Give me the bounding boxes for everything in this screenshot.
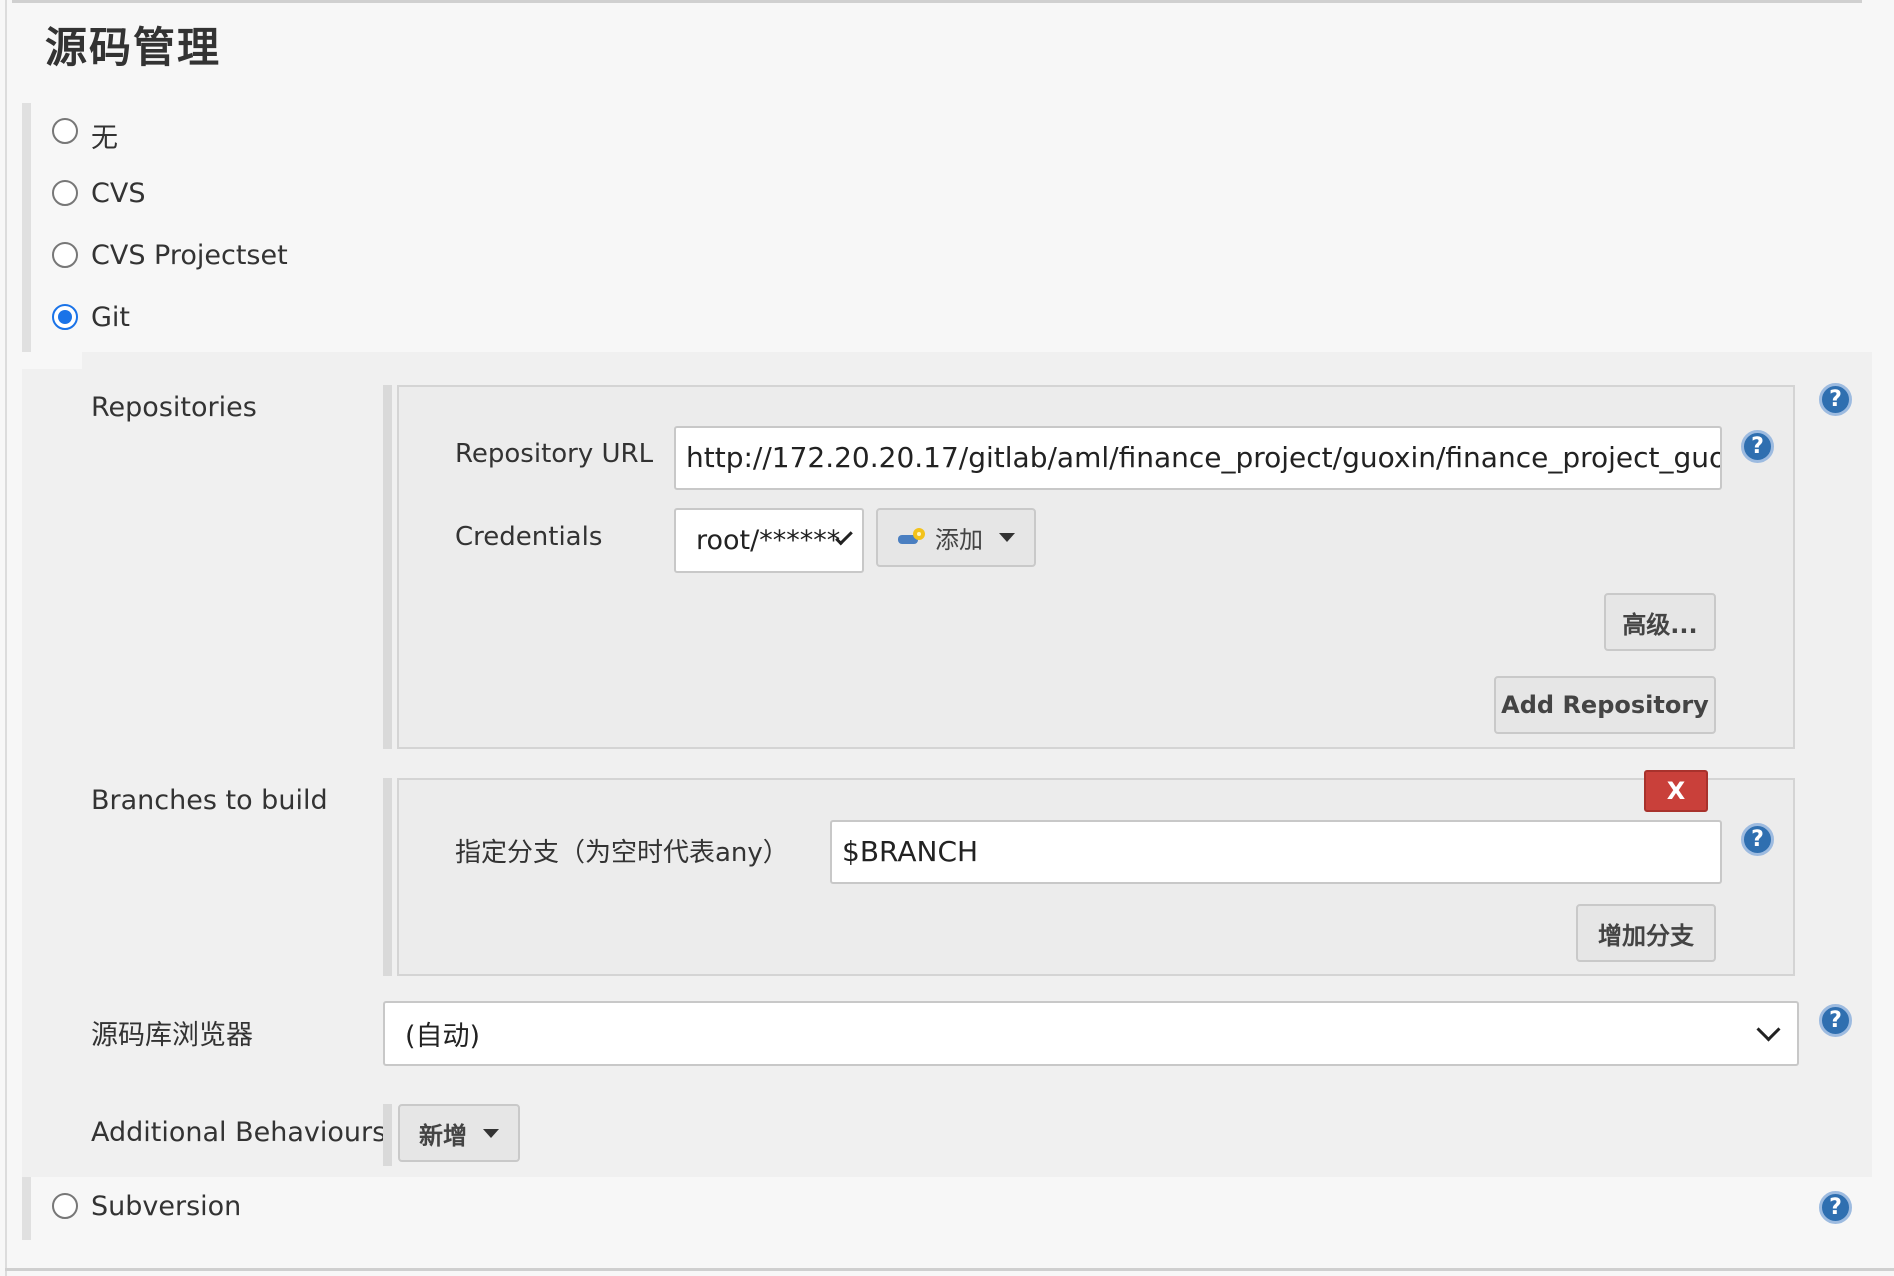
credentials-label: Credentials	[455, 522, 603, 552]
branches-label: Branches to build	[91, 785, 328, 816]
advanced-button[interactable]: 高级...	[1604, 593, 1716, 651]
repositories-bar	[383, 385, 392, 749]
add-branch-button[interactable]: 增加分支	[1576, 904, 1716, 962]
additional-behaviours-label: Additional Behaviours	[91, 1117, 387, 1148]
repository-browser-help-icon[interactable]: ?	[1819, 1004, 1852, 1037]
radio-cvs-projectset[interactable]	[52, 242, 78, 268]
radio-subversion-label[interactable]: Subversion	[91, 1191, 241, 1222]
caret-down-icon	[483, 1128, 499, 1138]
branch-specifier-help-icon[interactable]: ?	[1741, 823, 1774, 856]
credentials-select-value: root/******	[696, 525, 841, 556]
repositories-help-icon[interactable]: ?	[1819, 383, 1852, 416]
behaviours-bar	[383, 1104, 392, 1166]
add-credentials-label: 添加	[935, 526, 983, 554]
repository-browser-value: (自动)	[405, 1021, 481, 1052]
credentials-select[interactable]: root/******	[674, 508, 864, 573]
branch-specifier-input[interactable]: $BRANCH	[830, 820, 1722, 884]
radio-none[interactable]	[52, 118, 78, 144]
key-icon	[897, 527, 927, 549]
branches-bar	[383, 778, 392, 976]
delete-branch-button[interactable]: X	[1644, 770, 1708, 812]
bottom-divider	[5, 1268, 1894, 1271]
radio-git-label[interactable]: Git	[91, 302, 130, 333]
radio-subversion[interactable]	[52, 1193, 78, 1219]
radio-cvs-label[interactable]: CVS	[91, 178, 145, 209]
repository-url-label: Repository URL	[455, 439, 654, 469]
add-behaviour-button[interactable]: 新增	[398, 1104, 520, 1162]
left-border	[5, 0, 7, 1276]
caret-down-icon	[999, 533, 1015, 542]
add-credentials-button[interactable]: 添加	[876, 508, 1036, 567]
radio-git[interactable]	[52, 304, 78, 330]
radio-cvs-projectset-label[interactable]: CVS Projectset	[91, 240, 288, 271]
radio-none-label[interactable]: 无	[91, 116, 118, 155]
repository-url-help-icon[interactable]: ?	[1741, 430, 1774, 463]
repository-url-input[interactable]: http://172.20.20.17/gitlab/aml/finance_p…	[674, 426, 1722, 490]
repositories-label: Repositories	[91, 392, 257, 423]
top-divider	[12, 0, 1862, 3]
git-panel-notch	[22, 352, 82, 369]
branch-specifier-label: 指定分支（为空时代表any）	[455, 838, 789, 868]
radio-cvs[interactable]	[52, 180, 78, 206]
section-title: 源码管理	[45, 23, 222, 72]
add-repository-button[interactable]: Add Repository	[1494, 676, 1716, 734]
repository-browser-select[interactable]: (自动)	[383, 1001, 1799, 1066]
add-behaviour-label: 新增	[419, 1121, 467, 1150]
subversion-help-icon[interactable]: ?	[1819, 1191, 1852, 1224]
chevron-down-icon	[1756, 1017, 1781, 1042]
repository-browser-label: 源码库浏览器	[91, 1020, 253, 1051]
